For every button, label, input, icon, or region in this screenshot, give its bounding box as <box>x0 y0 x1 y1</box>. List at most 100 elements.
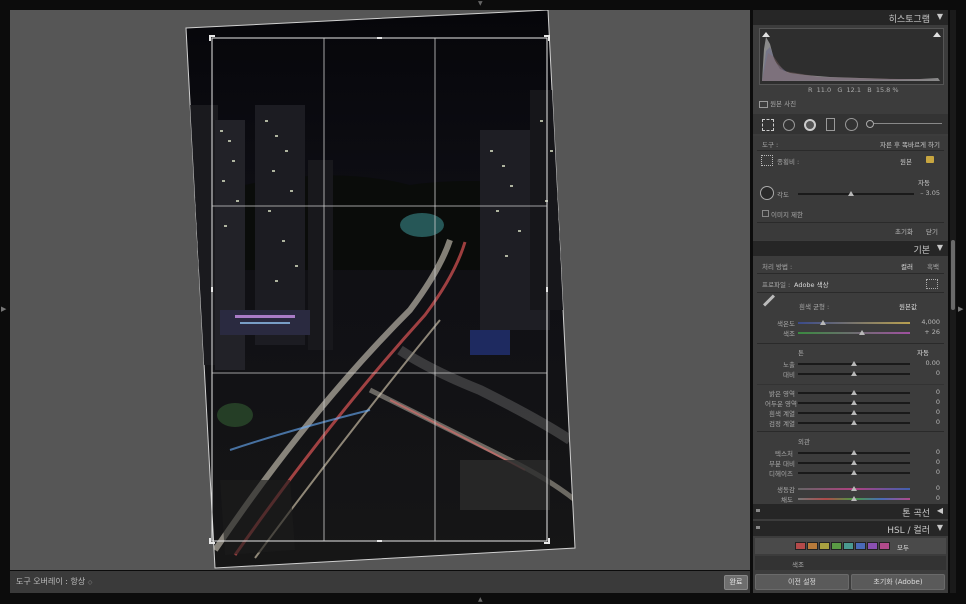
rgb-readout: R 11.0 G 12.1 B 15.8 % <box>808 86 899 94</box>
clarity-value[interactable]: 0 <box>936 458 940 466</box>
angle-value[interactable]: – 3.05 <box>920 189 940 197</box>
hsl-header[interactable]: HSL / 컬러 ▼ <box>753 521 948 536</box>
tool-overlay-control[interactable]: 도구 오버레이 : 항상 ◇ <box>16 576 92 587</box>
tint-label: 색조 <box>783 330 795 338</box>
texture-value[interactable]: 0 <box>936 448 940 456</box>
aspect-icon[interactable] <box>761 155 773 166</box>
clarity-label: 부분 대비 <box>769 460 795 468</box>
constrain-checkbox[interactable] <box>762 210 769 217</box>
tone-curve-title: 톤 곡선 <box>902 509 930 519</box>
crop-close-button[interactable]: 닫기 <box>926 226 938 236</box>
presence-label: 외관 <box>798 438 810 446</box>
top-collapse-arrow[interactable]: ▼ <box>478 0 483 7</box>
saturation-value[interactable]: 0 <box>936 494 940 502</box>
profile-label: 프로파일 : <box>762 281 791 289</box>
shadows-slider-thumb[interactable] <box>851 400 857 405</box>
crop-toolbar: 도구 오버레이 : 항상 ◇ 완료 <box>10 571 750 593</box>
hsl-color-swatch[interactable] <box>879 542 890 550</box>
original-photo-toggle[interactable]: 원본 사진 <box>759 98 796 108</box>
wb-dropdown[interactable]: 원본값 <box>899 301 917 311</box>
spot-removal-icon[interactable] <box>783 119 795 131</box>
highlights-label: 밝은 영역 <box>769 390 795 398</box>
panel-scrollbar-thumb[interactable] <box>951 240 955 310</box>
profile-browser-icon[interactable] <box>926 279 938 289</box>
texture-slider-thumb[interactable] <box>851 450 857 455</box>
exposure-value[interactable]: 0.00 <box>926 359 940 367</box>
lock-icon[interactable] <box>926 156 934 163</box>
hsl-color-swatch[interactable] <box>855 542 866 550</box>
adjustment-brush-slider[interactable] <box>868 123 942 124</box>
vibrance-value[interactable]: 0 <box>936 484 940 492</box>
treatment-color-option[interactable]: 컬러 <box>901 261 913 271</box>
chevron-icon: ◇ <box>87 579 93 586</box>
basic-header[interactable]: 기본 ▼ <box>753 241 948 256</box>
straighten-tool-icon[interactable] <box>760 186 774 200</box>
highlights-slider-thumb[interactable] <box>851 390 857 395</box>
whites-value[interactable]: 0 <box>936 408 940 416</box>
shadows-label: 어두운 영역 <box>765 400 797 408</box>
vibrance-slider-thumb[interactable] <box>851 486 857 491</box>
panel-toggle-icon[interactable] <box>756 509 760 512</box>
aspect-value[interactable]: 원본 <box>900 156 912 166</box>
dehaze-slider-thumb[interactable] <box>851 470 857 475</box>
b-value: 15.8 <box>875 86 891 94</box>
tone-auto-button[interactable]: 자동 <box>917 347 929 357</box>
hsl-color-swatch[interactable] <box>795 542 806 550</box>
angle-slider-thumb[interactable] <box>848 191 854 196</box>
blacks-value[interactable]: 0 <box>936 418 940 426</box>
crop-section: 도구 : 자른 후 똑바르게 하기 종횡비 : 원본 자동 각도 – 3.05 … <box>753 136 948 240</box>
done-button[interactable]: 완료 <box>724 575 748 590</box>
wb-label: 흰색 균형 : <box>799 303 830 311</box>
right-collapse-arrow[interactable]: ▶ <box>958 296 963 315</box>
exposure-slider-thumb[interactable] <box>851 361 857 366</box>
eyedropper-icon[interactable] <box>762 294 776 307</box>
hsl-color-swatch[interactable] <box>819 542 830 550</box>
treatment-bw-option[interactable]: 흑백 <box>927 261 939 271</box>
constrain-label: 이미지 제한 <box>771 211 803 219</box>
radial-filter-icon[interactable] <box>845 118 858 131</box>
tint-slider-thumb[interactable] <box>859 330 865 335</box>
r-label: R <box>808 86 813 94</box>
blacks-slider-thumb[interactable] <box>851 420 857 425</box>
tool-value[interactable]: 자른 후 똑바르게 하기 <box>880 139 940 149</box>
contrast-slider-thumb[interactable] <box>851 371 857 376</box>
clarity-slider-thumb[interactable] <box>851 460 857 465</box>
texture-label: 텍스처 <box>775 450 793 458</box>
brush-icon <box>866 120 874 128</box>
reset-adobe-button[interactable]: 초기화 (Adobe) <box>851 574 945 590</box>
temp-slider[interactable] <box>798 322 910 324</box>
hsl-hue-label[interactable]: 색조 <box>792 559 804 569</box>
photo-svg <box>185 10 576 569</box>
whites-slider-thumb[interactable] <box>851 410 857 415</box>
crop-overlay-icon[interactable] <box>762 119 774 131</box>
profile-dropdown[interactable]: Adobe 색상 <box>794 279 829 289</box>
crop-reset-button[interactable]: 초기화 <box>895 226 913 236</box>
previous-settings-button[interactable]: 이전 설정 <box>755 574 849 590</box>
triangle-right-icon: ▶ <box>958 305 964 313</box>
tone-curve-header[interactable]: 톤 곡선 ◀ <box>753 504 948 519</box>
hsl-color-swatch[interactable] <box>807 542 818 550</box>
tool-overlay-value[interactable]: 항상 <box>71 577 86 586</box>
saturation-slider-thumb[interactable] <box>851 496 857 501</box>
angle-slider[interactable] <box>798 193 914 195</box>
temp-value[interactable]: 4,000 <box>921 318 940 326</box>
left-collapse-arrow[interactable]: ▶ <box>1 296 6 315</box>
hsl-color-swatch[interactable] <box>843 542 854 550</box>
redeye-icon[interactable] <box>804 119 816 131</box>
histogram-header[interactable]: 히스토그램 ▼ <box>753 10 948 25</box>
tint-value[interactable]: + 26 <box>924 328 940 336</box>
shadows-value[interactable]: 0 <box>936 398 940 406</box>
graduated-filter-icon[interactable] <box>826 118 835 131</box>
panel-toggle-icon[interactable] <box>756 526 760 529</box>
highlights-value[interactable]: 0 <box>936 388 940 396</box>
tint-slider[interactable] <box>798 332 910 334</box>
contrast-value[interactable]: 0 <box>936 369 940 377</box>
hsl-all-option[interactable]: 모두 <box>897 542 909 552</box>
bottom-collapse-arrow[interactable]: ▲ <box>478 596 483 603</box>
g-label: G <box>837 86 843 94</box>
dehaze-value[interactable]: 0 <box>936 468 940 476</box>
auto-straighten-label[interactable]: 자동 <box>918 177 930 187</box>
hsl-color-swatch[interactable] <box>831 542 842 550</box>
hsl-color-swatch[interactable] <box>867 542 878 550</box>
temp-slider-thumb[interactable] <box>820 320 826 325</box>
